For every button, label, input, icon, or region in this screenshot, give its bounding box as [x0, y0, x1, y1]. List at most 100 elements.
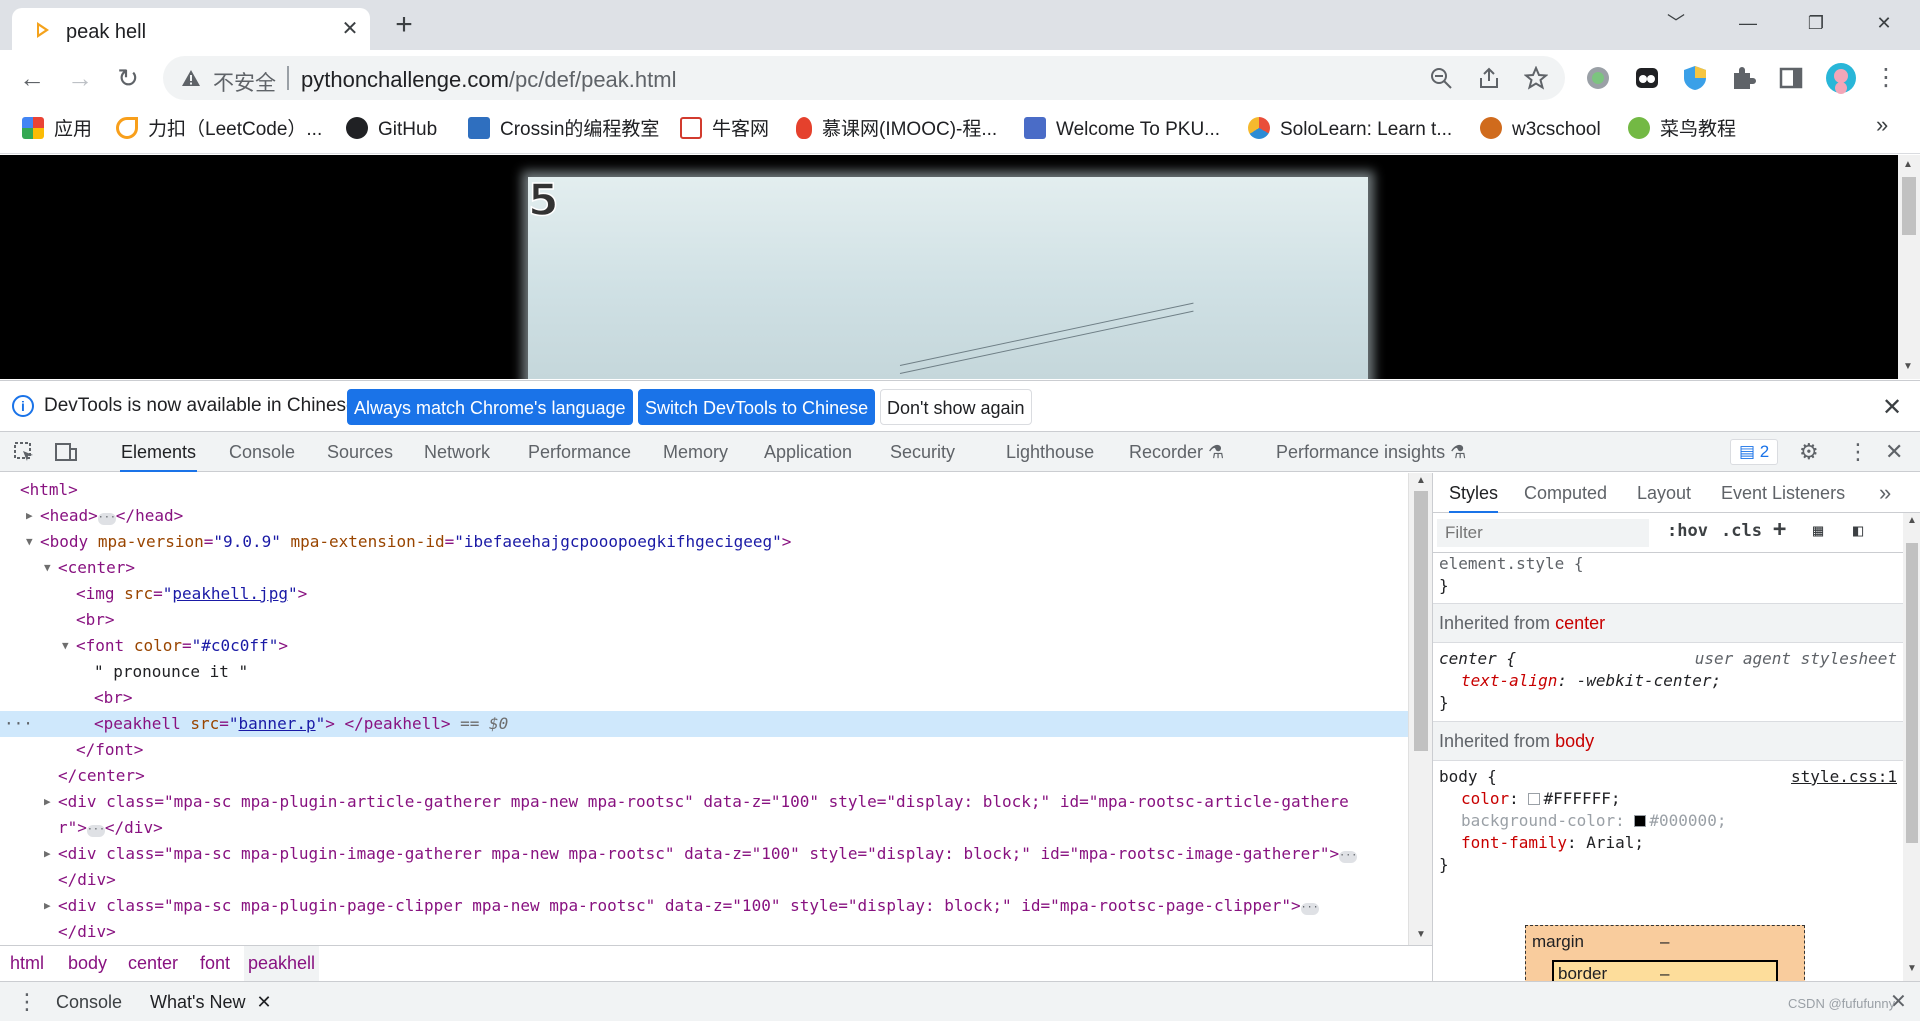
page-scrollbar[interactable]: ▲ ▼: [1898, 155, 1920, 379]
node-actions-ellipsis-icon[interactable]: ···: [4, 711, 33, 737]
toggle-sidebar-icon[interactable]: ◧: [1853, 521, 1863, 541]
device-toolbar-icon[interactable]: [54, 440, 78, 464]
tab-elements[interactable]: Elements: [120, 432, 198, 472]
expand-arrow-icon[interactable]: ▶: [44, 893, 51, 919]
restore-button[interactable]: ❐: [1800, 8, 1832, 38]
dont-show-again-button[interactable]: Don't show again: [880, 389, 1032, 425]
share-icon[interactable]: [1477, 66, 1501, 90]
bookmark-sololearn[interactable]: SoloLearn: Learn t...: [1248, 116, 1452, 144]
dom-node-center-close[interactable]: </center>: [0, 763, 1408, 789]
element-style-selector[interactable]: element.style {: [1439, 553, 1584, 575]
ellipsis-icon[interactable]: ···: [1300, 903, 1319, 915]
bookmark-imooc[interactable]: 慕课网(IMOOC)-程...: [796, 116, 997, 144]
devtools-menu-icon[interactable]: ⋮: [1846, 432, 1870, 472]
page-scroll-thumb[interactable]: [1902, 177, 1916, 235]
extension-shield-icon[interactable]: [1681, 64, 1709, 92]
always-match-language-button[interactable]: Always match Chrome's language: [347, 389, 633, 425]
scroll-up-arrow-icon[interactable]: ▲: [1903, 159, 1913, 170]
url-text[interactable]: pythonchallenge.com/pc/def/peak.html: [301, 67, 676, 93]
tab-search-icon[interactable]: ﹀: [1660, 8, 1692, 38]
drawer-tab-console[interactable]: Console: [56, 982, 122, 1021]
drawer-menu-icon[interactable]: ⋮: [16, 982, 38, 1021]
close-window-button[interactable]: ✕: [1868, 8, 1900, 38]
minimize-button[interactable]: —: [1732, 8, 1764, 38]
margin-value[interactable]: –: [1660, 932, 1669, 952]
new-tab-button[interactable]: +: [390, 10, 418, 40]
back-arrow-icon[interactable]: ←: [16, 62, 48, 94]
paint-brush-icon[interactable]: ▦: [1813, 521, 1823, 541]
infobar-close-icon[interactable]: ✕: [1882, 393, 1902, 422]
crumb-font[interactable]: font: [196, 946, 234, 981]
bookmark-apps[interactable]: 应用: [22, 116, 92, 144]
border-value[interactable]: –: [1660, 964, 1669, 981]
not-secure-label[interactable]: 不安全: [213, 67, 276, 97]
scroll-down-arrow-icon[interactable]: ▼: [1903, 361, 1913, 372]
color-swatch[interactable]: [1634, 815, 1647, 827]
browser-tab[interactable]: peak hell ✕: [12, 8, 370, 50]
body-decl-color[interactable]: color: #FFFFFF;: [1461, 788, 1621, 810]
crumb-body[interactable]: body: [64, 946, 111, 981]
reload-icon[interactable]: ↻: [112, 62, 144, 94]
bookmark-github[interactable]: GitHub: [346, 116, 437, 144]
body-decl-font-family[interactable]: font-family: Arial;: [1461, 832, 1644, 854]
styles-scrollbar[interactable]: ▲ ▼: [1903, 513, 1920, 981]
dom-node-div-image-close[interactable]: </div>: [0, 867, 1408, 893]
collapse-arrow-icon[interactable]: ▼: [62, 633, 69, 659]
bookmark-star-icon[interactable]: [1524, 66, 1548, 90]
inspect-element-icon[interactable]: [12, 440, 36, 464]
tab-console[interactable]: Console: [228, 432, 296, 472]
zoom-icon[interactable]: [1429, 66, 1453, 90]
dom-node-div-clipper-close[interactable]: </div>: [0, 919, 1408, 945]
crumb-center[interactable]: center: [124, 946, 182, 981]
tab-network[interactable]: Network: [423, 432, 491, 472]
tab-memory[interactable]: Memory: [662, 432, 729, 472]
bookmark-poj[interactable]: Welcome To PKU...: [1024, 116, 1220, 144]
dom-node-head[interactable]: ▶ <head>···</head>: [0, 503, 1408, 529]
bookmark-crossin[interactable]: Crossin的编程教室: [468, 116, 659, 144]
stylesheet-link[interactable]: style.css:1: [1791, 766, 1897, 788]
peakhell-src-link[interactable]: banner.p: [239, 714, 316, 733]
forward-arrow-icon[interactable]: →: [64, 62, 96, 94]
dom-node-peakhell-selected[interactable]: ··· <peakhell src="banner.p"> </peakhell…: [0, 711, 1408, 737]
drawer-tab-whats-new[interactable]: What's New ✕: [150, 982, 272, 1021]
dom-node-font[interactable]: ▼ <font color="#c0c0ff">: [0, 633, 1408, 659]
dom-node-img[interactable]: <img src="peakhell.jpg">: [0, 581, 1408, 607]
switch-to-chinese-button[interactable]: Switch DevTools to Chinese: [638, 389, 876, 425]
tab-sources[interactable]: Sources: [326, 432, 394, 472]
bookmark-runoob[interactable]: 菜鸟教程: [1628, 116, 1736, 144]
elements-scroll-thumb[interactable]: [1414, 491, 1428, 751]
bookmark-leetcode[interactable]: 力扣（LeetCode）...: [116, 116, 322, 144]
side-panel-icon[interactable]: [1777, 64, 1805, 92]
elements-tree[interactable]: <html> ▶ <head>···</head> ▼ <body mpa-ve…: [0, 473, 1408, 945]
dom-node-div-clipper[interactable]: ▶ <div class="mpa-sc mpa-plugin-page-cli…: [0, 893, 1408, 919]
subtab-computed[interactable]: Computed: [1524, 473, 1607, 513]
bookmark-w3cschool[interactable]: w3cschool: [1480, 116, 1601, 144]
ellipsis-icon[interactable]: ···: [97, 513, 116, 525]
expand-arrow-icon[interactable]: ▶: [44, 789, 51, 815]
box-model-border[interactable]: border –: [1552, 960, 1778, 981]
crumb-peakhell[interactable]: peakhell: [244, 946, 320, 981]
chrome-menu-icon[interactable]: ⋮: [1870, 62, 1902, 94]
ellipsis-icon[interactable]: ···: [1339, 851, 1357, 863]
dom-node-html[interactable]: <html>: [0, 477, 1408, 503]
dom-node-center[interactable]: ▼ <center>: [0, 555, 1408, 581]
extension-dual-icon[interactable]: [1633, 64, 1661, 92]
collapse-arrow-icon[interactable]: ▼: [44, 555, 51, 581]
more-subtabs-icon[interactable]: »: [1879, 473, 1891, 513]
tab-application[interactable]: Application: [763, 432, 853, 472]
styles-scroll-thumb[interactable]: [1906, 543, 1918, 843]
expand-arrow-icon[interactable]: ▶: [44, 841, 51, 867]
inherited-element-link[interactable]: body: [1555, 731, 1594, 751]
ellipsis-icon[interactable]: ···: [86, 825, 105, 837]
class-toggle[interactable]: .cls: [1721, 521, 1762, 541]
box-model-margin[interactable]: margin – border –: [1525, 925, 1805, 981]
center-rule-declaration[interactable]: text-align: -webkit-center;: [1461, 670, 1721, 692]
color-swatch[interactable]: [1528, 793, 1541, 805]
subtab-styles[interactable]: Styles: [1449, 473, 1499, 513]
collapse-arrow-icon[interactable]: ▼: [26, 529, 33, 555]
body-rule-selector[interactable]: body {style.css:1: [1439, 766, 1897, 788]
tab-close-icon[interactable]: ✕: [339, 18, 361, 40]
extension-circle-icon[interactable]: [1584, 64, 1612, 92]
dom-node-br[interactable]: <br>: [0, 685, 1408, 711]
body-decl-background-color[interactable]: background-color: #000000;: [1461, 810, 1726, 832]
